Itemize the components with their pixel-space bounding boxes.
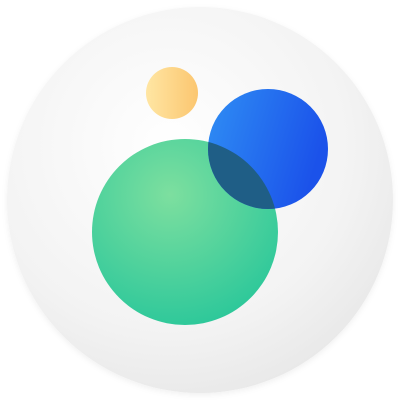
- overlapping-circles-logo: [7, 7, 393, 393]
- yellow-circle: [146, 67, 198, 119]
- app-icon: [0, 0, 400, 400]
